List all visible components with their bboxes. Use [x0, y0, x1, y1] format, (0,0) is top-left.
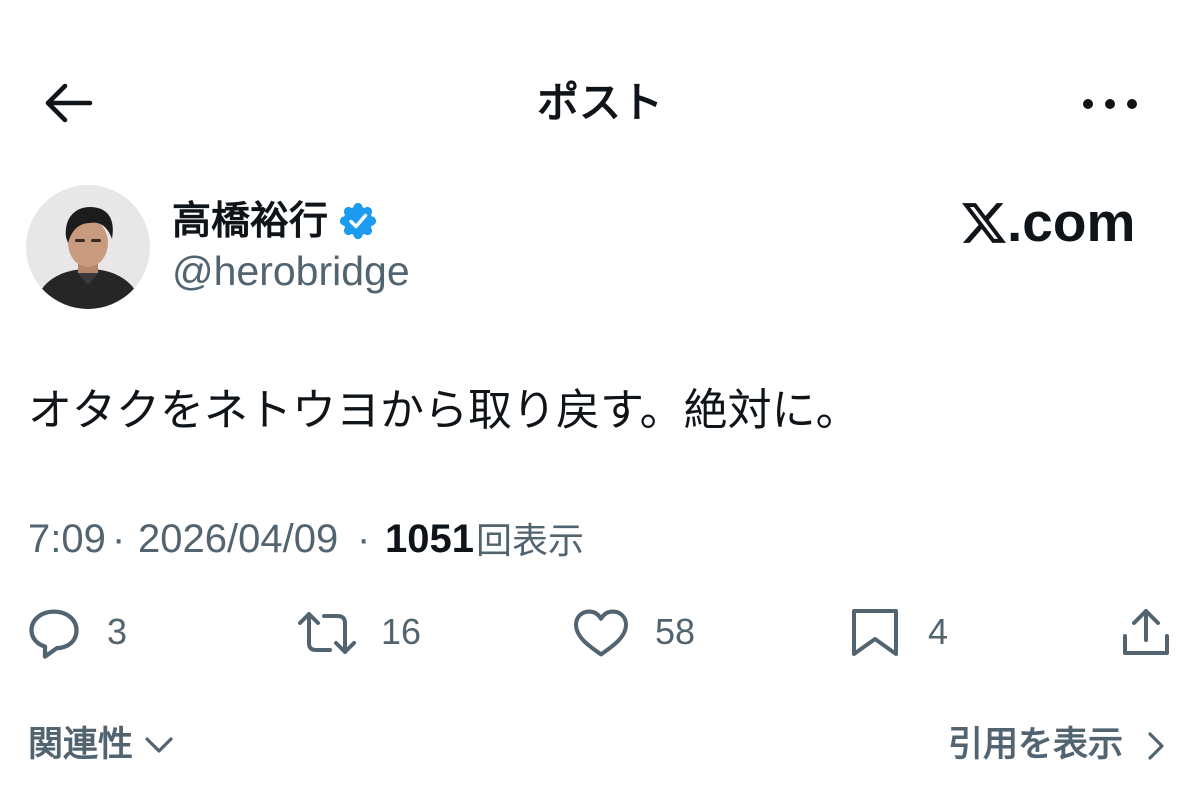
avatar[interactable] — [26, 185, 150, 309]
post-time[interactable]: 7:09 — [28, 519, 106, 559]
bookmark-button[interactable] — [850, 608, 900, 658]
repost-count: 16 — [381, 611, 422, 652]
x-logo-icon — [962, 203, 1006, 243]
meta-separator: · — [112, 517, 126, 561]
views-count: 1051 — [385, 517, 474, 561]
avatar-image — [26, 185, 150, 309]
more-options-button[interactable] — [1080, 96, 1140, 112]
watermark-domain: .com — [1007, 191, 1136, 253]
post-text: オタクをネトウヨから取り戻す。絶対に。 — [28, 386, 860, 435]
reply-icon — [29, 609, 79, 659]
share-button[interactable] — [1120, 606, 1172, 658]
chevron-down-icon[interactable] — [144, 736, 174, 754]
like-button[interactable] — [572, 608, 630, 658]
post-date[interactable]: 2026/04/09 — [138, 519, 338, 559]
more-horizontal-icon — [1083, 99, 1137, 109]
heart-icon — [573, 609, 629, 657]
reply-button[interactable] — [26, 606, 82, 660]
verified-badge-icon — [339, 202, 377, 240]
author-handle[interactable]: @herobridge — [172, 247, 410, 295]
bookmark-count: 4 — [928, 611, 949, 652]
chevron-right-icon[interactable] — [1146, 731, 1166, 761]
repost-button[interactable] — [296, 610, 358, 656]
meta-separator: · — [357, 517, 371, 561]
views-label: 回表示 — [476, 520, 585, 561]
bookmark-icon — [852, 609, 898, 656]
author-name[interactable]: 高橋裕行 — [172, 198, 328, 246]
reply-count: 3 — [107, 611, 128, 652]
like-count: 58 — [655, 611, 696, 652]
sort-dropdown-label[interactable]: 関連性 — [28, 723, 133, 767]
repost-icon — [298, 612, 356, 654]
share-icon — [1123, 609, 1169, 655]
page-title: ポスト — [536, 79, 663, 126]
view-quotes-link[interactable]: 引用を表示 — [948, 723, 1123, 767]
